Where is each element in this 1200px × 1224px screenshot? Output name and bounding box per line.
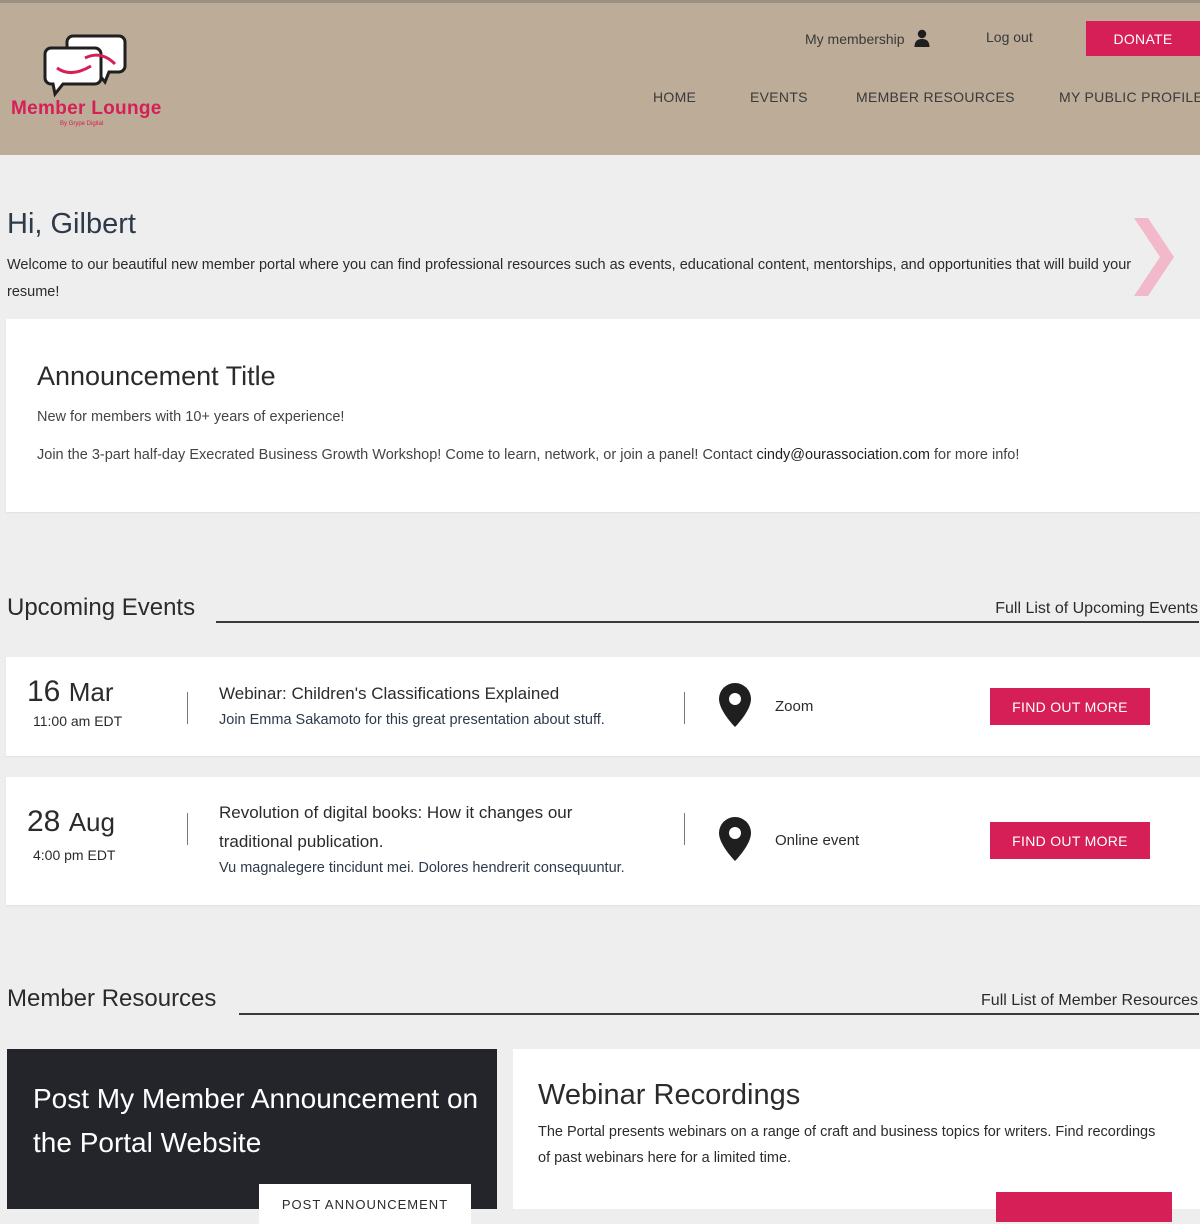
logo-tagline: By Grype Digital <box>60 121 104 127</box>
site-header: Member Lounge By Grype Digital My member… <box>0 0 1200 155</box>
find-out-more-button[interactable]: FIND OUT MORE <box>990 688 1150 725</box>
announcement-body: Join the 3-part half-day Execrated Busin… <box>37 447 1019 463</box>
post-announcement-button[interactable]: POST ANNOUNCEMENT <box>259 1184 471 1224</box>
event-day: 16 <box>27 675 61 708</box>
event-date: 16 Mar <box>27 675 114 709</box>
event-time: 11:00 am EDT <box>33 713 123 729</box>
webinar-recordings-title: Webinar Recordings <box>538 1079 801 1111</box>
nav-item-my-public-profile[interactable]: MY PUBLIC PROFILE <box>1059 89 1200 105</box>
site-logo[interactable]: Member Lounge By Grype Digital <box>8 30 173 135</box>
event-month: Mar <box>68 677 114 707</box>
logout-link[interactable]: Log out <box>986 29 1033 45</box>
event-time: 4:00 pm EDT <box>33 847 116 863</box>
announcement-body-tail: for more info! <box>929 447 1020 463</box>
event-divider <box>684 813 685 845</box>
event-card: 16 Mar 11:00 am EDT Webinar: Children's … <box>6 657 1200 756</box>
member-resources-divider <box>239 1013 1199 1015</box>
my-membership-link[interactable]: My membership <box>805 29 930 47</box>
event-month: Aug <box>68 807 115 837</box>
full-list-resources-link[interactable]: Full List of Member Resources <box>981 992 1198 1010</box>
webinar-recordings-card: Webinar Recordings The Portal presents w… <box>513 1049 1200 1222</box>
event-day: 28 <box>27 805 61 838</box>
full-list-events-link[interactable]: Full List of Upcoming Events <box>995 600 1198 618</box>
announcement-email-link[interactable]: cindy@ourassociation.com <box>756 447 930 463</box>
event-card: 28 Aug 4:00 pm EDT Revolution of digital… <box>6 777 1200 905</box>
event-description: Join Emma Sakamoto for this great presen… <box>219 712 605 728</box>
webinar-recordings-description: The Portal presents webinars on a range … <box>538 1124 1156 1166</box>
header-top-line <box>0 0 1200 3</box>
event-divider <box>187 813 188 845</box>
webinar-recordings-button[interactable] <box>996 1192 1172 1222</box>
member-resources-title: Member Resources <box>7 985 217 1012</box>
map-pin-icon <box>719 683 751 727</box>
event-divider <box>187 692 188 724</box>
user-icon <box>914 29 930 47</box>
nav-item-events[interactable]: EVENTS <box>750 89 808 105</box>
announcement-subtitle: New for members with 10+ years of experi… <box>37 409 345 425</box>
logo-name: Member Lounge <box>11 98 162 119</box>
greeting-title: Hi, Gilbert <box>7 208 136 240</box>
map-pin-icon <box>719 817 751 861</box>
event-date: 28 Aug <box>27 805 115 839</box>
greeting-intro: Welcome to our beautiful new member port… <box>7 257 1132 300</box>
chevron-right-icon[interactable] <box>1132 218 1176 296</box>
event-description: Vu magnalegere tincidunt mei. Dolores he… <box>219 860 625 876</box>
find-out-more-button[interactable]: FIND OUT MORE <box>990 822 1150 859</box>
announcement-title: Announcement Title <box>37 361 276 391</box>
post-announcement-card: Post My Member Announcement on the Porta… <box>7 1049 497 1224</box>
my-membership-label: My membership <box>805 31 905 47</box>
upcoming-events-title: Upcoming Events <box>7 594 196 621</box>
event-location: Online event <box>775 832 860 849</box>
event-divider <box>684 692 685 724</box>
nav-item-member-resources[interactable]: MEMBER RESOURCES <box>856 89 1015 105</box>
chat-bubbles-icon <box>43 34 127 98</box>
event-location: Zoom <box>775 698 814 715</box>
announcement-body-text: Join the 3-part half-day Execrated Busin… <box>37 447 757 463</box>
event-title[interactable]: Webinar: Children's Classifications Expl… <box>219 679 639 708</box>
nav-item-home[interactable]: HOME <box>653 89 696 105</box>
event-title[interactable]: Revolution of digital books: How it chan… <box>219 798 639 856</box>
donate-button[interactable]: DONATE <box>1086 21 1200 56</box>
announcement-card: Announcement Title New for members with … <box>6 319 1200 512</box>
upcoming-events-divider <box>216 621 1199 623</box>
post-announcement-title: Post My Member Announcement on the Porta… <box>33 1083 479 1158</box>
